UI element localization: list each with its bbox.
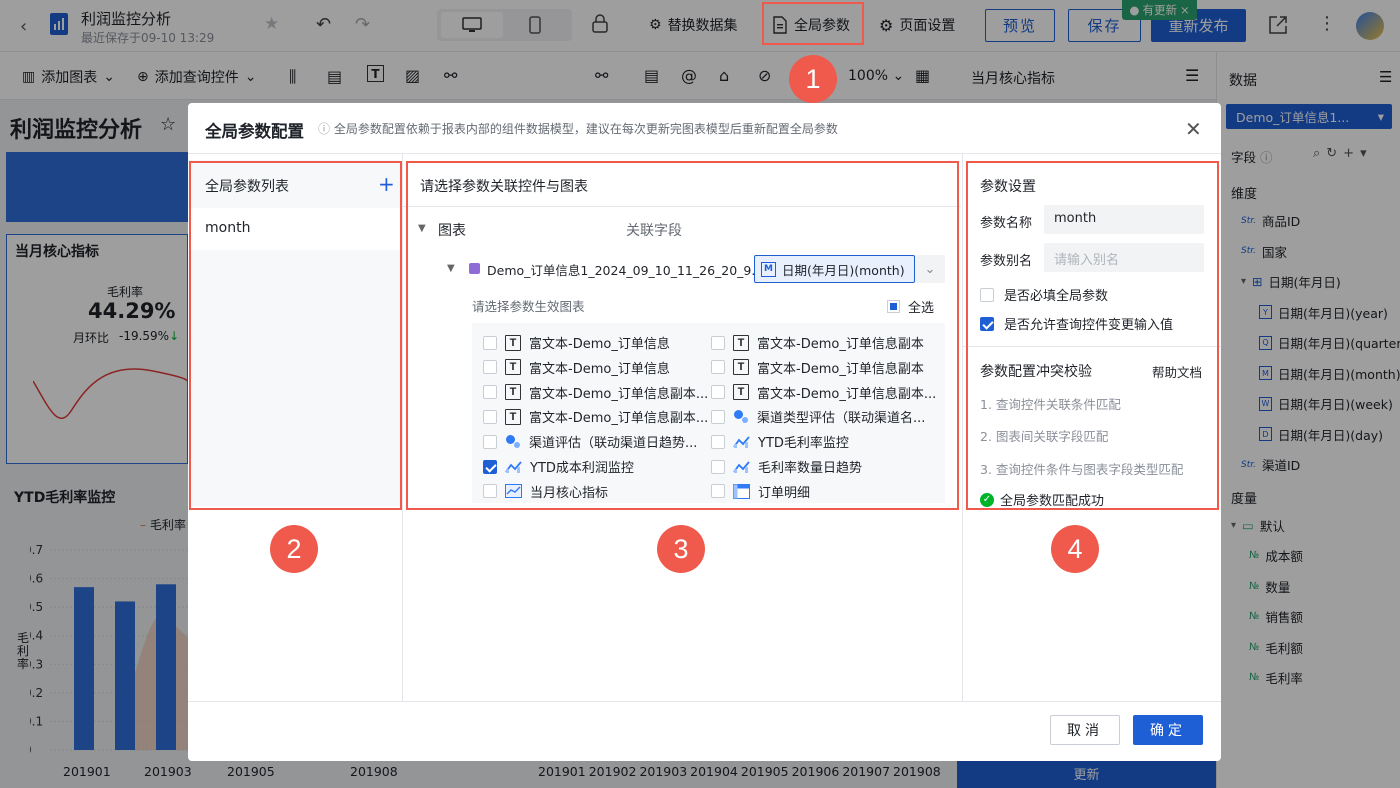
chart-option[interactable]: T 富文本-Demo_订单信息副本 <box>711 358 924 377</box>
param-item-month[interactable]: month <box>205 220 250 236</box>
tree-node-chart: 图表 <box>438 223 466 239</box>
text-icon: T <box>733 334 749 351</box>
chart-checklist: T 富文本-Demo_订单信息 T 富文本-Demo_订单信息 T 富文本-Demo_订单… <box>472 323 945 503</box>
close-icon[interactable]: ✕ <box>1185 117 1202 141</box>
annotation-badge-2: 2 <box>270 525 318 573</box>
chart-option[interactable]: T 富文本-Demo_订单信息副本... <box>483 407 708 426</box>
divider <box>963 346 1221 347</box>
param-list-title: 全局参数列表 <box>205 179 289 195</box>
annotation-badge-1: 1 <box>789 55 837 103</box>
table-icon <box>733 483 750 499</box>
checkbox[interactable] <box>980 316 994 331</box>
checkbox[interactable] <box>483 385 497 400</box>
checkbox[interactable] <box>483 335 497 350</box>
check-item: 2. 图表间关联字段匹配 <box>980 429 1109 444</box>
effect-label: 请选择参数生效图表 <box>472 299 585 314</box>
allow-change-checkbox[interactable]: 是否允许查询控件变更输入值 <box>980 314 1173 333</box>
text-icon: T <box>505 359 521 376</box>
text-icon: T <box>505 408 521 425</box>
chevron-down-icon[interactable]: ⌄ <box>915 255 945 283</box>
param-list-panel: 全局参数列表 + month <box>188 154 403 701</box>
dataset-node: Demo_订单信息1_2024_09_10_11_26_20_9... <box>487 263 764 278</box>
month-field-icon: M <box>761 261 776 277</box>
checkbox[interactable] <box>483 459 497 474</box>
text-icon: T <box>733 359 749 376</box>
divider <box>403 206 961 207</box>
line-chart-icon <box>733 435 750 449</box>
checkbox[interactable] <box>980 287 994 302</box>
checkbox[interactable] <box>711 459 725 474</box>
scatter-icon <box>505 434 521 450</box>
select-all[interactable]: 全选 <box>887 297 934 316</box>
check-circle-icon: ✓ <box>980 492 994 507</box>
checkbox[interactable] <box>711 335 725 350</box>
checkbox[interactable] <box>711 434 725 449</box>
chart-option[interactable]: YTD成本利润监控 <box>483 457 634 476</box>
chart-option[interactable]: T 富文本-Demo_订单信息副本... <box>711 383 936 402</box>
caret-down-icon[interactable]: ▼ <box>418 223 426 234</box>
help-link[interactable]: 帮助文档 <box>1152 362 1202 381</box>
line-chart-icon <box>505 460 522 474</box>
partial-checkbox[interactable] <box>887 300 900 313</box>
ok-button[interactable]: 确定 <box>1133 715 1203 745</box>
checkbox[interactable] <box>711 385 725 400</box>
chart-option[interactable]: 渠道类型评估（联动渠道名... <box>711 407 925 426</box>
scatter-icon <box>733 409 749 425</box>
annotation-badge-4: 4 <box>1051 525 1099 573</box>
cancel-button[interactable]: 取消 <box>1050 715 1120 745</box>
add-param-icon[interactable]: + <box>378 172 395 196</box>
checkbox[interactable] <box>483 360 497 375</box>
checkbox[interactable] <box>483 409 497 424</box>
annotation-badge-3: 3 <box>657 525 705 573</box>
checkbox[interactable] <box>483 484 497 499</box>
name-label: 参数名称 <box>980 216 1033 231</box>
cube-icon <box>469 263 480 274</box>
param-settings-panel: 参数设置 参数名称 month 参数别名 请输入别名 是否必填全局参数 是否允许… <box>963 154 1221 701</box>
field-select[interactable]: M 日期(年月日)(month) <box>754 255 915 283</box>
param-list-empty <box>188 250 401 506</box>
conflict-title: 参数配置冲突校验 <box>980 364 1092 380</box>
alias-label: 参数别名 <box>980 254 1033 269</box>
param-alias-input[interactable]: 请输入别名 <box>1044 243 1204 272</box>
chart-option[interactable]: T 富文本-Demo_订单信息副本... <box>483 383 708 402</box>
global-params-dialog: 全局参数配置 ⓘ 全局参数配置依赖于报表内部的组件数据模型，建议在每次更新完图表… <box>188 103 1221 761</box>
param-name-input[interactable]: month <box>1044 205 1204 234</box>
text-icon: T <box>733 384 749 401</box>
checkbox[interactable] <box>711 409 725 424</box>
text-icon: T <box>505 334 521 351</box>
chart-option[interactable]: 毛利率数量日趋势 <box>711 457 862 476</box>
related-field-label: 关联字段 <box>626 223 682 239</box>
chart-option[interactable]: T 富文本-Demo_订单信息副本 <box>711 333 924 352</box>
check-item: 1. 查询控件关联条件匹配 <box>980 397 1121 412</box>
caret-down-icon[interactable]: ▼ <box>447 263 455 274</box>
match-success: ✓ 全局参数匹配成功 <box>980 490 1104 509</box>
chart-option[interactable]: T 富文本-Demo_订单信息 <box>483 358 670 377</box>
dialog-hint: ⓘ 全局参数配置依赖于报表内部的组件数据模型，建议在每次更新完图表模型后重新配置… <box>318 122 838 136</box>
linkage-panel: 请选择参数关联控件与图表 ▼ 图表 关联字段 ▼ Demo_订单信息1_2024… <box>403 154 963 701</box>
chart-option[interactable]: T 富文本-Demo_订单信息 <box>483 333 670 352</box>
text-icon: T <box>505 384 521 401</box>
linkage-title: 请选择参数关联控件与图表 <box>420 179 588 195</box>
chart-option[interactable]: 渠道评估（联动渠道日趋势... <box>483 432 697 451</box>
checkbox[interactable] <box>483 434 497 449</box>
dialog-title: 全局参数配置 <box>205 122 304 141</box>
settings-title: 参数设置 <box>980 179 1036 195</box>
info-icon: ⓘ <box>318 122 331 136</box>
checkbox[interactable] <box>711 360 725 375</box>
kpi-icon <box>505 484 522 499</box>
chart-option[interactable]: 订单明细 <box>711 482 810 501</box>
line-chart-icon <box>733 460 750 474</box>
checkbox[interactable] <box>711 484 725 499</box>
chart-option[interactable]: 当月核心指标 <box>483 482 608 501</box>
divider <box>188 701 1221 702</box>
chart-option[interactable]: YTD毛利率监控 <box>711 432 849 451</box>
required-checkbox[interactable]: 是否必填全局参数 <box>980 285 1108 304</box>
check-item: 3. 查询控件条件与图表字段类型匹配 <box>980 462 1184 477</box>
